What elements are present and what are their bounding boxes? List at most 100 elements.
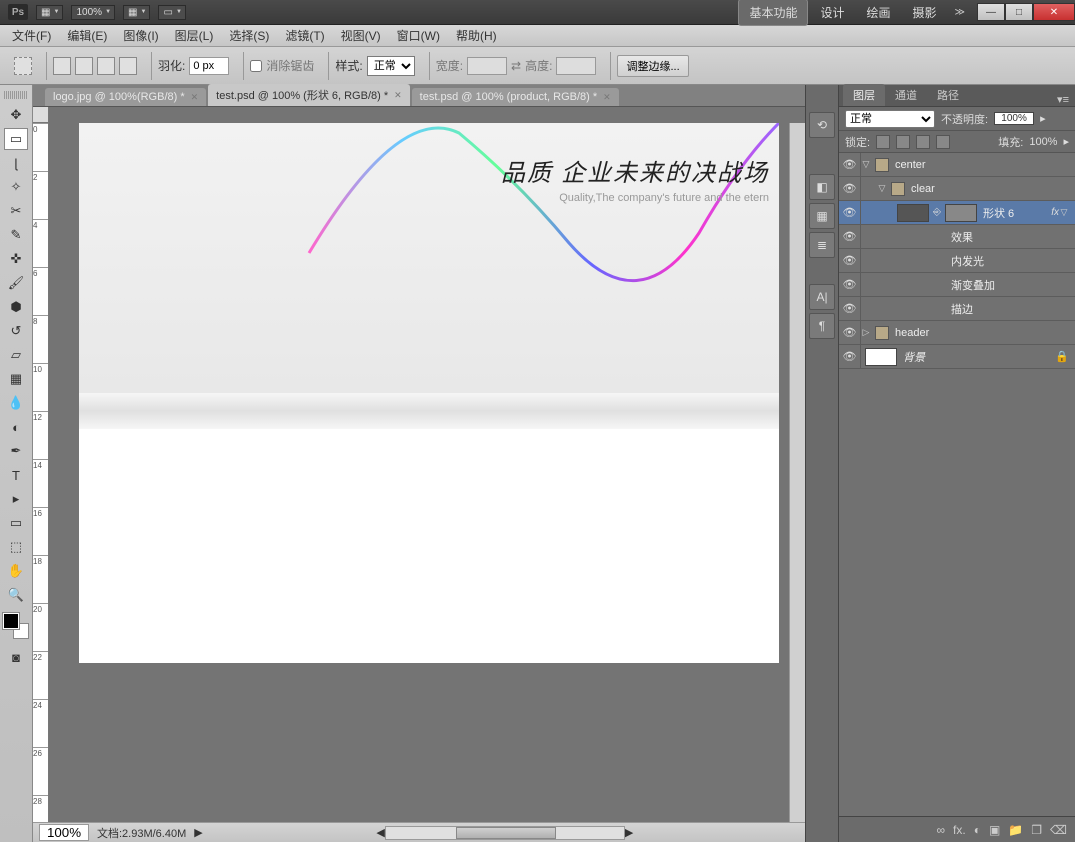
character-panel-icon[interactable]: A| — [809, 284, 835, 310]
arrange-dropdown[interactable]: ▦ — [123, 5, 150, 20]
ruler-vertical[interactable]: 0246810121416182022242628 — [33, 123, 49, 822]
ruler-origin[interactable] — [33, 107, 49, 123]
visibility-toggle[interactable]: 👁 — [839, 177, 861, 200]
toolbox-handle[interactable] — [4, 91, 28, 99]
type-tool[interactable]: T — [4, 464, 28, 486]
close-icon[interactable]: ✕ — [191, 92, 199, 103]
tab-paths[interactable]: 路径 — [927, 84, 969, 106]
visibility-toggle[interactable]: 👁 — [839, 153, 861, 176]
marquee-tool-icon[interactable] — [14, 57, 32, 75]
lock-pixels-icon[interactable] — [896, 135, 910, 149]
selection-subtract-icon[interactable] — [97, 57, 115, 75]
menu-window[interactable]: 窗口(W) — [391, 25, 446, 46]
move-tool[interactable]: ✥ — [4, 104, 28, 126]
window-maximize-button[interactable]: □ — [1005, 3, 1033, 21]
vector-mask-thumb[interactable] — [897, 204, 929, 222]
eraser-tool[interactable]: ▱ — [4, 344, 28, 366]
visibility-toggle[interactable]: 👁 — [839, 273, 861, 296]
antialias-checkbox[interactable] — [250, 60, 262, 72]
scrollbar-thumb[interactable] — [456, 827, 556, 839]
lock-transparency-icon[interactable] — [876, 135, 890, 149]
style-select[interactable]: 正常 — [367, 56, 415, 76]
opacity-value[interactable]: 100% — [994, 112, 1034, 125]
workspace-tab-photography[interactable]: 摄影 — [903, 0, 947, 25]
layer-group-center[interactable]: 👁 ▽ center — [839, 153, 1075, 177]
menu-layer[interactable]: 图层(L) — [169, 25, 220, 46]
layer-effect-inner-glow[interactable]: 👁 内发光 — [839, 249, 1075, 273]
tab-channels[interactable]: 通道 — [885, 84, 927, 106]
menu-help[interactable]: 帮助(H) — [450, 25, 503, 46]
window-close-button[interactable]: ✕ — [1033, 3, 1075, 21]
add-mask-icon[interactable]: ◐ — [974, 823, 981, 837]
layer-thumb[interactable] — [865, 348, 897, 366]
panel-menu-icon[interactable]: ▾≡ — [1051, 93, 1075, 106]
lock-all-icon[interactable] — [936, 135, 950, 149]
scroll-left-icon[interactable]: ◀ — [376, 826, 384, 839]
menu-image[interactable]: 图像(I) — [117, 25, 164, 46]
layer-effect-stroke[interactable]: 👁 描边 — [839, 297, 1075, 321]
selection-add-icon[interactable] — [75, 57, 93, 75]
visibility-toggle[interactable]: 👁 — [839, 225, 861, 248]
history-panel-icon[interactable]: ⟲ — [809, 112, 835, 138]
new-layer-icon[interactable]: ❐ — [1031, 823, 1042, 837]
workspace-tab-painting[interactable]: 绘画 — [857, 0, 901, 25]
menu-file[interactable]: 文件(F) — [6, 25, 57, 46]
menu-select[interactable]: 选择(S) — [223, 25, 275, 46]
opacity-slider-icon[interactable]: ▸ — [1040, 112, 1046, 125]
layer-shape6[interactable]: 👁 ⎆ 形状 6 fx ▽ — [839, 201, 1075, 225]
foreground-color-swatch[interactable] — [3, 613, 19, 629]
vertical-scrollbar[interactable] — [789, 123, 805, 822]
add-fx-icon[interactable]: fx. — [953, 823, 966, 837]
horizontal-scrollbar[interactable] — [385, 826, 625, 840]
workspace-tab-essentials[interactable]: 基本功能 — [738, 0, 808, 26]
styles-panel-icon[interactable]: ≣ — [809, 232, 835, 258]
crop-tool[interactable]: ✂ — [4, 200, 28, 222]
selection-intersect-icon[interactable] — [119, 57, 137, 75]
path-select-tool[interactable]: ▸ — [4, 488, 28, 510]
document-tab-2[interactable]: test.psd @ 100% (product, RGB/8) *✕ — [412, 88, 619, 106]
disclosure-icon[interactable]: ▷ — [861, 327, 871, 338]
visibility-toggle[interactable]: 👁 — [839, 297, 861, 320]
color-panel-icon[interactable]: ◧ — [809, 174, 835, 200]
layer-background[interactable]: 👁 背景 🔒 — [839, 345, 1075, 369]
window-minimize-button[interactable]: — — [977, 3, 1005, 21]
magic-wand-tool[interactable]: ✧ — [4, 176, 28, 198]
brush-tool[interactable]: 🖌 — [4, 272, 28, 294]
fx-disclosure-icon[interactable]: ▽ — [1059, 207, 1069, 218]
layer-thumb[interactable] — [945, 204, 977, 222]
paragraph-panel-icon[interactable]: ¶ — [809, 313, 835, 339]
visibility-toggle[interactable]: 👁 — [839, 321, 861, 344]
status-arrow-icon[interactable]: ▶ — [194, 826, 202, 839]
layer-group-clear[interactable]: 👁 ▽ clear — [839, 177, 1075, 201]
history-brush-tool[interactable]: ↺ — [4, 320, 28, 342]
swatches-panel-icon[interactable]: ▦ — [809, 203, 835, 229]
3d-tool[interactable]: ⬚ — [4, 536, 28, 558]
blur-tool[interactable]: 💧 — [4, 392, 28, 414]
scroll-right-icon[interactable]: ▶ — [625, 826, 633, 839]
lasso-tool[interactable]: ɭ — [4, 152, 28, 174]
selection-new-icon[interactable] — [53, 57, 71, 75]
pen-tool[interactable]: ✒ — [4, 440, 28, 462]
workspace-tab-design[interactable]: 设计 — [810, 0, 854, 25]
close-icon[interactable]: ✕ — [603, 92, 611, 103]
color-swatch[interactable] — [3, 613, 29, 639]
menu-filter[interactable]: 滤镜(T) — [279, 25, 330, 46]
zoom-dropdown[interactable]: 100% — [71, 5, 115, 20]
refine-edge-button[interactable]: 调整边缘... — [617, 55, 688, 77]
screen-mode-dropdown[interactable]: ▭ — [158, 5, 185, 20]
link-layers-icon[interactable]: ∞ — [936, 823, 945, 837]
dodge-tool[interactable]: ◐ — [4, 416, 28, 438]
shape-tool[interactable]: ▭ — [4, 512, 28, 534]
document-tab-0[interactable]: logo.jpg @ 100%(RGB/8) *✕ — [45, 88, 206, 106]
document-tab-1[interactable]: test.psd @ 100% (形状 6, RGB/8) *✕ — [208, 84, 410, 106]
disclosure-icon[interactable]: ▽ — [861, 159, 871, 170]
delete-layer-icon[interactable]: ⌫ — [1050, 823, 1067, 837]
close-icon[interactable]: ✕ — [394, 90, 402, 101]
zoom-tool[interactable]: 🔍 — [4, 584, 28, 606]
layer-effect-gradient-overlay[interactable]: 👁 渐变叠加 — [839, 273, 1075, 297]
new-adjustment-icon[interactable]: ▣ — [989, 823, 1000, 837]
visibility-toggle[interactable]: 👁 — [839, 249, 861, 272]
fx-badge[interactable]: fx — [1051, 207, 1059, 218]
hand-tool[interactable]: ✋ — [4, 560, 28, 582]
marquee-tool[interactable]: ▭ — [4, 128, 28, 150]
